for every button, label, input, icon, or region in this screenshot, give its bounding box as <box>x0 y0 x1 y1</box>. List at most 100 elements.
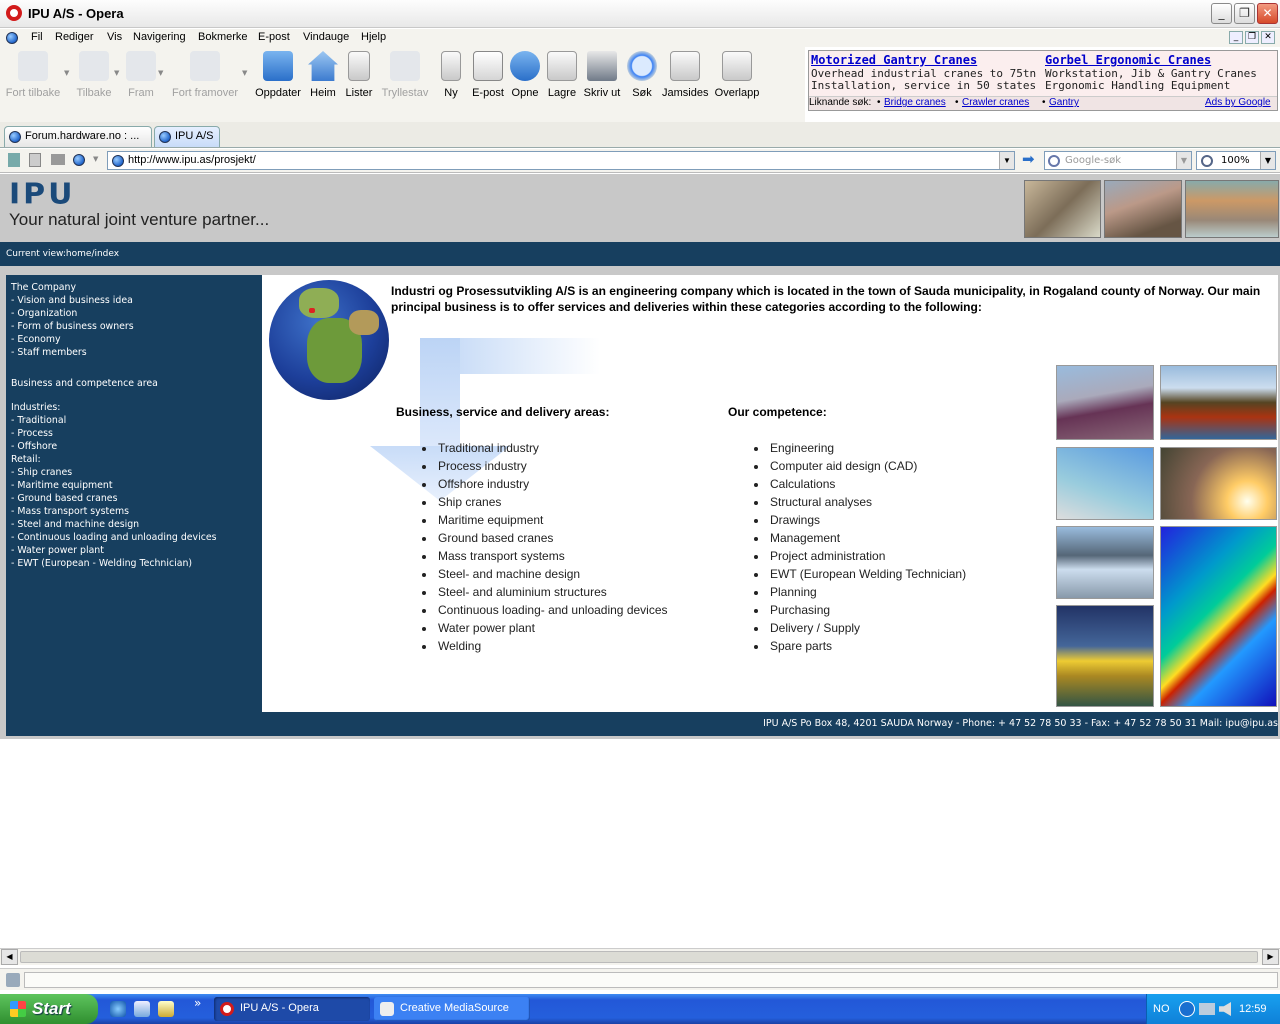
back-button[interactable]: Tilbake <box>74 51 114 99</box>
nav-ship-cranes[interactable]: - Ship cranes <box>11 466 72 479</box>
history-dropdown-icon[interactable]: ▼ <box>93 155 98 163</box>
opera-task-icon <box>220 1002 234 1016</box>
minimize-button[interactable]: _ <box>1211 3 1232 24</box>
search-engine-dropdown-icon[interactable]: ▼ <box>1176 152 1191 169</box>
nav-mass-transport[interactable]: - Mass transport systems <box>11 505 129 518</box>
volume-icon[interactable] <box>1219 1002 1231 1016</box>
print-button[interactable]: Skriv ut <box>582 51 622 99</box>
menu-rediger[interactable]: Rediger <box>55 31 94 43</box>
nav-vision[interactable]: - Vision and business idea <box>11 294 133 307</box>
fast-back-dropdown-icon[interactable]: ▼ <box>64 69 69 77</box>
cascade-button[interactable]: Overlapp <box>712 51 762 99</box>
back-dropdown-icon[interactable]: ▼ <box>114 69 119 77</box>
menu-epost[interactable]: E-post <box>258 31 290 43</box>
nav-steel-machine[interactable]: - Steel and machine design <box>11 518 139 531</box>
menu-hjelp[interactable]: Hjelp <box>361 31 386 43</box>
forward-button[interactable]: Fram <box>124 51 158 99</box>
lists-button[interactable]: Lister <box>344 51 374 99</box>
ipu-logo[interactable]: IPU <box>9 178 76 211</box>
nav-maritime[interactable]: - Maritime equipment <box>11 479 113 492</box>
new-page-button[interactable]: Ny <box>438 51 464 99</box>
menu-navigering[interactable]: Navigering <box>133 31 186 43</box>
go-arrow-icon[interactable]: ➡ <box>1022 152 1040 167</box>
nav-staff[interactable]: - Staff members <box>11 346 87 359</box>
nav-water-power[interactable]: - Water power plant <box>11 544 104 557</box>
page-info-icon[interactable] <box>29 153 41 167</box>
list-item: Ship cranes <box>436 493 668 511</box>
url-dropdown-icon[interactable]: ▼ <box>999 152 1014 169</box>
ad-link-gantry[interactable]: Motorized Gantry Cranes <box>811 53 977 67</box>
nav-economy[interactable]: - Economy <box>11 333 61 346</box>
fast-forward-dropdown-icon[interactable]: ▼ <box>242 69 247 77</box>
similar-link-bridge[interactable]: Bridge cranes <box>884 97 946 108</box>
quicklaunch-media-icon[interactable] <box>158 1001 174 1017</box>
save-icon <box>547 51 577 81</box>
open-button[interactable]: Opne <box>510 51 540 99</box>
opera-globe-icon[interactable] <box>73 154 85 166</box>
tray-expand-icon[interactable] <box>1179 1001 1195 1017</box>
home-small-icon[interactable] <box>8 153 20 167</box>
start-button[interactable]: Start <box>0 994 98 1024</box>
google-search-field[interactable]: Google-søk ▼ <box>1044 151 1192 170</box>
ad1-line2: Installation, service in 50 states <box>811 79 1037 92</box>
network-icon[interactable] <box>1199 1003 1215 1015</box>
taskbar-opera[interactable]: IPU A/S - Opera <box>214 997 370 1021</box>
nav-ground-cranes[interactable]: - Ground based cranes <box>11 492 117 505</box>
quicklaunch-ie-icon[interactable] <box>110 1001 126 1017</box>
status-icon[interactable] <box>6 973 20 987</box>
print-small-icon[interactable] <box>51 154 65 165</box>
home-button[interactable]: Heim <box>307 51 339 99</box>
tab-ipu[interactable]: IPU A/S <box>154 126 220 147</box>
nav-offshore[interactable]: - Offshore <box>11 440 57 453</box>
maximize-button[interactable]: ❐ <box>1234 3 1255 24</box>
fast-back-button[interactable]: Fort tilbake <box>4 51 62 99</box>
ad-link-gorbel[interactable]: Gorbel Ergonomic Cranes <box>1045 53 1211 67</box>
fast-forward-button[interactable]: Fort framover <box>170 51 240 99</box>
fast-back-icon <box>18 51 48 81</box>
similar-link-crawler[interactable]: Crawler cranes <box>962 97 1029 108</box>
tab-forum-hardware[interactable]: Forum.hardware.no : ... <box>4 126 152 147</box>
quicklaunch-overflow-icon[interactable]: » <box>194 996 201 1010</box>
list-item: Management <box>768 529 966 547</box>
new-page-icon <box>441 51 461 81</box>
nav-business-owners[interactable]: - Form of business owners <box>11 320 134 333</box>
url-field[interactable]: http://www.ipu.as/prosjekt/ ▼ <box>107 151 1015 170</box>
nav-ewt[interactable]: - EWT (European - Welding Technician) <box>11 557 192 570</box>
nav-business-competence[interactable]: Business and competence area <box>11 377 158 390</box>
ads-by-google-link[interactable]: Ads by Google <box>1205 97 1271 108</box>
similar-link-gantry[interactable]: Gantry <box>1049 97 1079 108</box>
mdi-restore-button[interactable]: ❐ <box>1245 31 1259 44</box>
quicklaunch-explorer-icon[interactable] <box>134 1001 150 1017</box>
mail-button[interactable]: E-post <box>470 51 506 99</box>
taskbar-mediasource[interactable]: Creative MediaSource <box>374 997 530 1021</box>
menu-vis[interactable]: Vis <box>107 31 122 43</box>
scroll-thumb[interactable] <box>20 951 1258 963</box>
nav-continuous-loading[interactable]: - Continuous loading and unloading devic… <box>11 531 217 544</box>
opera-menu-icon[interactable] <box>6 32 18 44</box>
mdi-close-button[interactable]: ✕ <box>1261 31 1275 44</box>
save-button[interactable]: Lagre <box>546 51 578 99</box>
photo-fem-analysis <box>1160 526 1277 707</box>
forward-dropdown-icon[interactable]: ▼ <box>158 69 163 77</box>
search-button[interactable]: Søk <box>626 51 658 99</box>
reload-button[interactable]: Oppdater <box>254 51 302 99</box>
close-button[interactable]: ✕ <box>1257 3 1278 24</box>
menu-bokmerke[interactable]: Bokmerke <box>198 31 248 43</box>
scroll-left-button[interactable]: ◀ <box>1 949 18 965</box>
tile-button[interactable]: Jamsides <box>662 51 708 99</box>
wand-button[interactable]: Tryllestav <box>380 51 430 99</box>
google-ads-panel: Motorized Gantry Cranes Overhead industr… <box>808 50 1278 111</box>
menu-vindauge[interactable]: Vindauge <box>303 31 349 43</box>
mdi-minimize-button[interactable]: _ <box>1229 31 1243 44</box>
nav-the-company[interactable]: The Company <box>11 281 76 294</box>
nav-process[interactable]: - Process <box>11 427 53 440</box>
menu-fil[interactable]: Fil <box>31 31 43 43</box>
zoom-icon <box>1201 155 1213 167</box>
language-indicator[interactable]: NO <box>1153 1003 1170 1015</box>
nav-organization[interactable]: - Organization <box>11 307 77 320</box>
nav-traditional[interactable]: - Traditional <box>11 414 66 427</box>
zoom-control[interactable]: 100% ▼ <box>1196 151 1276 170</box>
horizontal-scrollbar[interactable]: ◀ ▶ <box>0 948 1280 965</box>
zoom-dropdown-icon[interactable]: ▼ <box>1260 152 1275 169</box>
scroll-right-button[interactable]: ▶ <box>1262 949 1279 965</box>
